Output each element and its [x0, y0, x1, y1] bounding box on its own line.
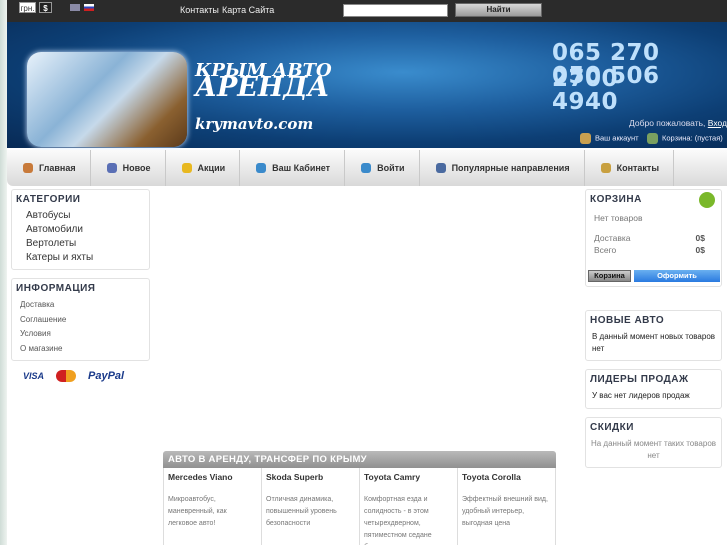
paypal-logo: PayPal [88, 370, 125, 382]
nav-label: Акции [197, 163, 226, 173]
cart-title: КОРЗИНА [590, 194, 642, 205]
bestsellers-title: ЛИДЕРЫ ПРОДАЖ [590, 374, 689, 385]
shipping-label: Доставка [594, 233, 631, 243]
categories-box: КАТЕГОРИИ Автобусы Автомобили Вертолеты … [11, 189, 150, 270]
specials-title: СКИДКИ [590, 422, 634, 433]
info-link[interactable]: Соглашение [16, 313, 145, 328]
login-link[interactable]: Вход [708, 118, 727, 128]
new-products-text: В данный момент новых товаров нет [592, 332, 716, 353]
nav-label: Контакты [616, 163, 660, 173]
product-name[interactable]: Mercedes Viano [168, 472, 257, 482]
phone-2: 050 506 4940 [552, 63, 660, 115]
visa-logo: VISA [23, 371, 45, 381]
product-card[interactable]: Skoda Superb Отличная динамика, повышенны… [262, 468, 360, 545]
search-input[interactable] [343, 4, 448, 17]
welcome-label: Добро пожаловать, [629, 118, 706, 128]
nav-item-6[interactable]: Контакты [585, 150, 675, 186]
top-bar: грн. $ Контакты Карта Сайта Найти [7, 0, 727, 22]
mastercard-logo [56, 370, 77, 382]
search-button[interactable]: Найти [455, 3, 542, 17]
specials-box: СКИДКИ На данный момент таких товаров не… [585, 417, 722, 468]
total-label: Всего [594, 245, 617, 255]
header-banner: КРЫМ АВТО АРЕНДА krymavto.com 065 270 27… [7, 22, 727, 148]
bestsellers-text: У вас нет лидеров продаж [592, 391, 690, 400]
category-link[interactable]: Катеры и яхты [16, 251, 145, 265]
main-nav: Главная Новое Акции Ваш Кабинет Войти Популяр… [7, 150, 727, 186]
logo-line2: АРЕНДА [195, 72, 330, 103]
nav-label: Войти [377, 163, 405, 173]
product-name[interactable]: Toyota Corolla [462, 472, 551, 482]
nav-label: Новое [122, 163, 151, 173]
nav-label: Популярные направления [451, 163, 570, 173]
information-title: ИНФОРМАЦИЯ [16, 283, 96, 294]
specials-text: На данный момент таких товаров нет [590, 439, 717, 460]
product-desc: Эффектный внешний вид, удобный интерьер,… [462, 496, 548, 527]
car-icon [435, 163, 446, 173]
welcome-text: Добро пожаловать, Вход [629, 118, 727, 128]
categories-title: КАТЕГОРИИ [16, 194, 81, 205]
total-value: 0$ [695, 245, 705, 255]
logo-site: krymavto.com [195, 115, 314, 133]
header-cart-link[interactable]: Корзина: (пустая) [647, 133, 723, 144]
shipping-value: 0$ [695, 233, 705, 243]
cart-icon [647, 133, 658, 144]
cart-badge-icon [699, 192, 715, 208]
currency-uah-button[interactable]: грн. [19, 2, 36, 13]
products-grid: Mercedes Viano Микроавтобус, маневренный,… [163, 468, 556, 545]
info-link[interactable]: Доставка [16, 298, 145, 313]
product-card[interactable]: Mercedes Viano Микроавтобус, маневренный,… [164, 468, 262, 545]
cart-button[interactable]: Корзина [588, 270, 631, 282]
nav-item-5[interactable]: Популярные направления [420, 150, 585, 186]
product-desc: Комфортная езда и солидность - в этом че… [364, 496, 432, 545]
account-label: Ваш аккаунт [595, 133, 639, 143]
nav-item-2[interactable]: Акции [166, 150, 241, 186]
new-icon [106, 163, 117, 173]
product-desc: Отличная динамика, повышенный уровень бе… [266, 496, 337, 527]
flag-ru-icon[interactable] [84, 4, 94, 11]
account-link[interactable]: Ваш аккаунт [580, 133, 639, 144]
product-card[interactable]: Toyota Camry Комфортная езда и солидность… [360, 468, 458, 545]
contacts-icon [600, 163, 611, 173]
category-link[interactable]: Автомобили [16, 223, 145, 237]
product-name[interactable]: Toyota Camry [364, 472, 453, 482]
product-card[interactable]: Toyota Corolla Эффектный внешний вид, удо… [458, 468, 556, 545]
nav-item-1[interactable]: Новое [91, 150, 166, 186]
currency-usd-button[interactable]: $ [39, 2, 52, 13]
bus-logo-image [27, 52, 187, 147]
sitemap-link[interactable]: Карта Сайта [222, 5, 274, 15]
home-icon [23, 163, 33, 173]
payment-logos: VISA PayPal [23, 370, 124, 382]
page-edge [0, 0, 7, 545]
cart-empty: Нет товаров [594, 213, 643, 223]
information-box: ИНФОРМАЦИЯ Доставка Соглашение Условия О… [11, 278, 150, 361]
product-desc: Микроавтобус, маневренный, как легковое … [168, 496, 227, 527]
new-products-title: НОВЫЕ АВТО [590, 315, 665, 326]
contacts-link[interactable]: Контакты [180, 5, 219, 15]
user-icon [256, 163, 267, 173]
new-products-box: НОВЫЕ АВТО В данный момент новых товаров… [585, 310, 722, 361]
flag-en-icon[interactable] [70, 4, 80, 11]
category-link[interactable]: Автобусы [16, 209, 145, 223]
info-link[interactable]: Условия [16, 327, 145, 342]
star-icon [181, 163, 192, 173]
nav-item-3[interactable]: Ваш Кабинет [240, 150, 346, 186]
nav-label: Главная [39, 163, 76, 173]
category-link[interactable]: Вертолеты [16, 237, 145, 251]
info-link[interactable]: О магазине [16, 342, 145, 357]
bestsellers-box: ЛИДЕРЫ ПРОДАЖ У вас нет лидеров продаж [585, 369, 722, 409]
header-cart-label: Корзина: (пустая) [662, 133, 723, 143]
nav-item-0[interactable]: Главная [7, 150, 91, 186]
account-icon [580, 133, 591, 144]
nav-item-4[interactable]: Войти [345, 150, 420, 186]
products-heading: АВТО В АРЕНДУ, ТРАНСФЕР ПО КРЫМУ [163, 451, 556, 468]
nav-label: Ваш Кабинет [272, 163, 331, 173]
checkout-button[interactable]: Оформить [634, 270, 720, 282]
cart-box: КОРЗИНА Нет товаров Доставка 0$ Всего 0$ К… [585, 189, 722, 287]
product-name[interactable]: Skoda Superb [266, 472, 355, 482]
login-icon [361, 163, 372, 173]
